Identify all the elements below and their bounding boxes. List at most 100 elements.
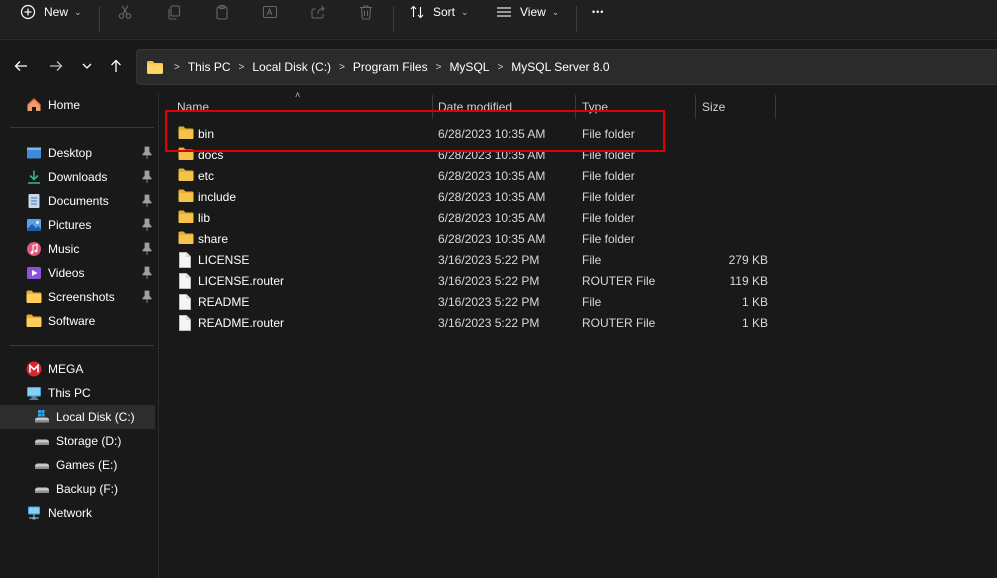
folder-icon (26, 313, 42, 329)
copy-icon (166, 4, 182, 20)
new-button[interactable]: New ⌄ (20, 0, 82, 24)
breadcrumb-program-files[interactable]: Program Files (353, 60, 428, 74)
forward-button[interactable] (46, 54, 66, 78)
chevron-down-icon: ⌄ (551, 6, 560, 17)
sidebar-item-software[interactable]: Software (0, 309, 155, 333)
file-type: File (582, 295, 602, 309)
folder-icon (26, 289, 42, 305)
sidebar-item-documents[interactable]: Documents (0, 189, 155, 213)
breadcrumb-mysql[interactable]: MySQL (449, 60, 489, 74)
sidebar-item-label: Videos (48, 266, 85, 280)
file-date-modified: 3/16/2023 5:22 PM (438, 316, 540, 330)
paste-button[interactable] (214, 0, 230, 24)
sidebar-item-label: Local Disk (C:) (56, 410, 135, 424)
file-name: share (198, 232, 229, 246)
clipboard-icon (214, 4, 230, 20)
file-name: lib (198, 211, 211, 225)
file-list: ˄ Name Date modified Type Size bin 6/28/2… (159, 90, 997, 578)
breadcrumb-mysql-server[interactable]: MySQL Server 8.0 (511, 60, 609, 74)
sidebar-item-pictures[interactable]: Pictures (0, 213, 155, 237)
column-header-label: Size (702, 100, 726, 114)
cut-button[interactable] (117, 0, 133, 24)
file-type: ROUTER File (582, 274, 656, 288)
file-row[interactable]: share 6/28/2023 10:35 AM File folder (171, 229, 771, 250)
video-icon (26, 265, 42, 281)
sidebar-item-local-disk[interactable]: Local Disk (C:) (0, 405, 155, 429)
sidebar-item-storage-d[interactable]: Storage (D:) (0, 429, 155, 453)
sort-button[interactable]: Sort ⌄ (409, 0, 469, 24)
file-row[interactable]: LICENSE 3/16/2023 5:22 PM File 279 KB (171, 250, 771, 271)
sidebar-item-label: This PC (48, 386, 91, 400)
file-row[interactable]: include 6/28/2023 10:35 AM File folder (171, 187, 771, 208)
sidebar-item-network[interactable]: Network (0, 501, 155, 525)
rename-icon (262, 4, 278, 20)
back-button[interactable] (11, 54, 31, 78)
file-row[interactable]: etc 6/28/2023 10:35 AM File folder (171, 166, 771, 187)
sidebar-item-games-e[interactable]: Games (E:) (0, 453, 155, 477)
sidebar-item-label: Pictures (48, 218, 92, 232)
folder-icon (146, 60, 164, 75)
recent-locations-button[interactable] (77, 54, 97, 78)
file-row[interactable]: lib 6/28/2023 10:35 AM File folder (171, 208, 771, 229)
file-date-modified: 3/16/2023 5:22 PM (438, 274, 540, 288)
command-bar: New ⌄ Sort ⌄ View ⌄ ••• (0, 0, 997, 38)
sidebar-item-music[interactable]: Music (0, 237, 155, 261)
sidebar-item-desktop[interactable]: Desktop (0, 141, 155, 165)
sidebar-item-videos[interactable]: Videos (0, 261, 155, 285)
pin-icon (142, 146, 152, 159)
sidebar-item-label: Home (48, 98, 81, 112)
view-lines-icon (496, 4, 512, 20)
column-divider[interactable] (695, 95, 696, 119)
view-label: View (520, 5, 546, 19)
document-icon (26, 193, 42, 209)
share-icon (310, 4, 326, 20)
toolbar-divider (99, 6, 100, 32)
file-type: File folder (582, 211, 635, 225)
more-options-button[interactable]: ••• (592, 0, 604, 24)
view-button[interactable]: View ⌄ (496, 0, 559, 24)
copy-button[interactable] (166, 0, 182, 24)
drive-icon (34, 481, 50, 497)
drive-icon (34, 433, 50, 449)
music-icon (26, 241, 42, 257)
file-date-modified: 6/28/2023 10:35 AM (438, 169, 546, 183)
file-size: 1 KB (741, 316, 768, 330)
file-name: etc (198, 169, 215, 183)
file-row[interactable]: LICENSE.router 3/16/2023 5:22 PM ROUTER Fi… (171, 271, 771, 292)
up-button[interactable] (106, 54, 126, 78)
arrow-left-icon (14, 61, 27, 71)
navigation-pane: Home Desktop Downloads Documents Picture… (0, 93, 159, 578)
sort-label: Sort (433, 5, 456, 19)
rename-button[interactable] (262, 0, 278, 24)
folder-icon (178, 189, 194, 205)
delete-button[interactable] (358, 0, 374, 24)
file-type: File folder (582, 232, 635, 246)
sidebar-item-downloads[interactable]: Downloads (0, 165, 155, 189)
pin-icon (142, 242, 152, 255)
sidebar-item-screenshots[interactable]: Screenshots (0, 285, 155, 309)
pin-icon (142, 218, 152, 231)
share-button[interactable] (310, 0, 326, 24)
sidebar-item-label: Network (48, 506, 93, 520)
breadcrumb-this-pc[interactable]: This PC (188, 60, 231, 74)
sidebar-item-home[interactable]: Home (0, 93, 155, 117)
pictures-icon (26, 217, 42, 233)
sidebar-item-mega[interactable]: MEGA (0, 357, 155, 381)
sidebar-item-label: Games (E:) (56, 458, 118, 472)
sidebar-item-this-pc[interactable]: This PC (0, 381, 155, 405)
pin-icon (142, 290, 152, 303)
column-divider[interactable] (775, 95, 776, 119)
file-row[interactable]: README 3/16/2023 5:22 PM File 1 KB (171, 292, 771, 313)
sidebar-divider (10, 345, 154, 346)
file-row[interactable]: README.router 3/16/2023 5:22 PM ROUTER Fil… (171, 313, 771, 334)
breadcrumb-local-disk[interactable]: Local Disk (C:) (252, 60, 331, 74)
navigation-bar: > This PC > Local Disk (C:) > Program Fi… (0, 39, 997, 94)
file-size: 279 KB (728, 253, 768, 267)
file-name: LICENSE (198, 253, 250, 267)
folder-icon (178, 210, 194, 226)
address-bar[interactable]: > This PC > Local Disk (C:) > Program Fi… (136, 49, 997, 85)
file-type: File (582, 253, 602, 267)
file-date-modified: 6/28/2023 10:35 AM (438, 232, 546, 246)
trash-icon (358, 4, 374, 20)
sidebar-item-backup-f[interactable]: Backup (F:) (0, 477, 155, 501)
